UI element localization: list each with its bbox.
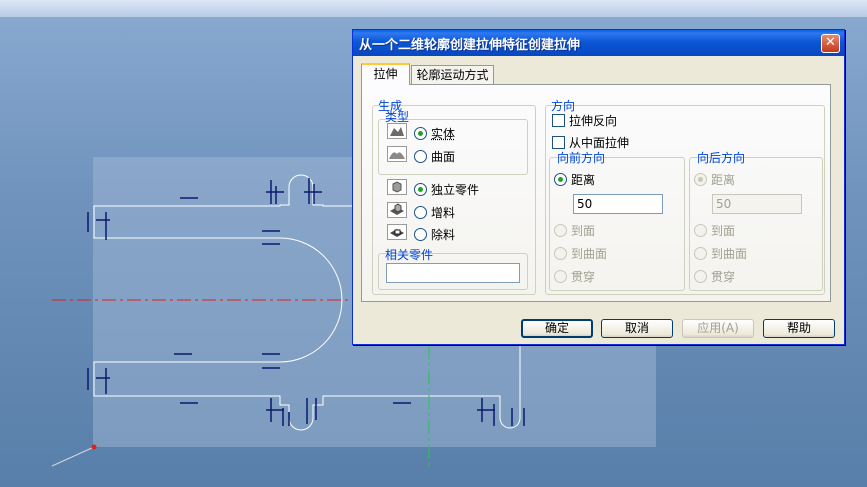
add-material-icon	[387, 202, 407, 218]
backward-to-face-radio[interactable]: 到面	[694, 222, 735, 239]
backward-distance-label: 距离	[711, 173, 736, 187]
forward-to-face-label: 到面	[571, 224, 596, 238]
part-add-radio[interactable]: 增料	[414, 204, 455, 221]
part-new-radio[interactable]: 独立零件	[414, 181, 479, 198]
type-surface-label: 曲面	[431, 150, 456, 164]
radio-backward-distance[interactable]	[694, 173, 707, 186]
type-solid-label: 实体	[431, 127, 456, 141]
radio-new-part[interactable]	[414, 183, 427, 196]
forward-through-radio[interactable]: 贯穿	[554, 268, 595, 285]
reverse-checkbox[interactable]: 拉伸反向	[552, 112, 617, 129]
related-part-field[interactable]	[386, 263, 520, 283]
backward-to-face-label: 到面	[711, 224, 736, 238]
radio-backward-to-face[interactable]	[694, 224, 707, 237]
forward-distance-label: 距离	[571, 173, 596, 187]
backward-distance-input[interactable]: 50	[712, 194, 802, 214]
radio-add-material[interactable]	[414, 206, 427, 219]
radio-remove-material[interactable]	[414, 228, 427, 241]
surface-icon	[387, 146, 407, 162]
forward-to-face-radio[interactable]: 到面	[554, 222, 595, 239]
backward-legend: 向后方向	[697, 151, 746, 165]
radio-forward-to-face[interactable]	[554, 224, 567, 237]
extrude-dialog: 从一个二维轮廓创建拉伸特征创建拉伸 ✕ 拉伸 轮廓运动方式 生成 类型 实体 曲…	[352, 29, 845, 345]
type-solid-radio[interactable]: 实体	[414, 125, 455, 142]
solid-icon	[387, 123, 407, 139]
remove-material-icon	[387, 224, 407, 240]
radio-forward-to-surface[interactable]	[554, 247, 567, 260]
dialog-title-bar[interactable]: 从一个二维轮廓创建拉伸特征创建拉伸 ✕	[353, 30, 844, 56]
new-part-icon	[387, 179, 407, 195]
forward-to-surface-label: 到曲面	[571, 247, 608, 261]
checkbox-midplane[interactable]	[552, 136, 565, 149]
origin-point[interactable]	[91, 444, 97, 450]
backward-distance-radio[interactable]: 距离	[694, 171, 735, 188]
close-button[interactable]: ✕	[821, 34, 840, 53]
radio-solid[interactable]	[414, 127, 427, 140]
radio-backward-through[interactable]	[694, 270, 707, 283]
part-remove-label: 除料	[431, 228, 456, 242]
dialog-title: 从一个二维轮廓创建拉伸特征创建拉伸	[359, 38, 581, 53]
backward-through-label: 贯穿	[711, 270, 736, 284]
close-icon: ✕	[825, 35, 836, 50]
forward-legend: 向前方向	[557, 151, 606, 165]
part-new-label: 独立零件	[431, 183, 480, 197]
related-part-legend: 相关零件	[385, 248, 434, 262]
axis-hint-line	[51, 446, 95, 467]
forward-distance-radio[interactable]: 距离	[554, 171, 595, 188]
radio-backward-to-surface[interactable]	[694, 247, 707, 260]
forward-distance-input[interactable]: 50	[573, 194, 663, 214]
apply-button[interactable]: 应用(A)	[682, 319, 754, 338]
backward-through-radio[interactable]: 贯穿	[694, 268, 735, 285]
ok-button[interactable]: 确定	[521, 319, 593, 338]
tab-profile-motion[interactable]: 轮廓运动方式	[411, 65, 494, 84]
tab-panel: 生成 类型 实体 曲面 独立零件 增料 除料 相关零件 方向 拉伸反向 从中面拉…	[361, 84, 831, 302]
radio-forward-through[interactable]	[554, 270, 567, 283]
radio-surface[interactable]	[414, 150, 427, 163]
cancel-button[interactable]: 取消	[601, 319, 673, 338]
reverse-label: 拉伸反向	[569, 114, 618, 128]
forward-to-surface-radio[interactable]: 到曲面	[554, 245, 607, 262]
backward-to-surface-radio[interactable]: 到曲面	[694, 245, 747, 262]
type-surface-radio[interactable]: 曲面	[414, 148, 455, 165]
forward-through-label: 贯穿	[571, 270, 596, 284]
checkbox-reverse[interactable]	[552, 114, 565, 127]
part-add-label: 增料	[431, 206, 456, 220]
help-button[interactable]: 帮助	[763, 319, 835, 338]
tab-extrude[interactable]: 拉伸	[361, 63, 410, 85]
part-remove-radio[interactable]: 除料	[414, 226, 455, 243]
radio-forward-distance[interactable]	[554, 173, 567, 186]
backward-to-surface-label: 到曲面	[711, 247, 748, 261]
